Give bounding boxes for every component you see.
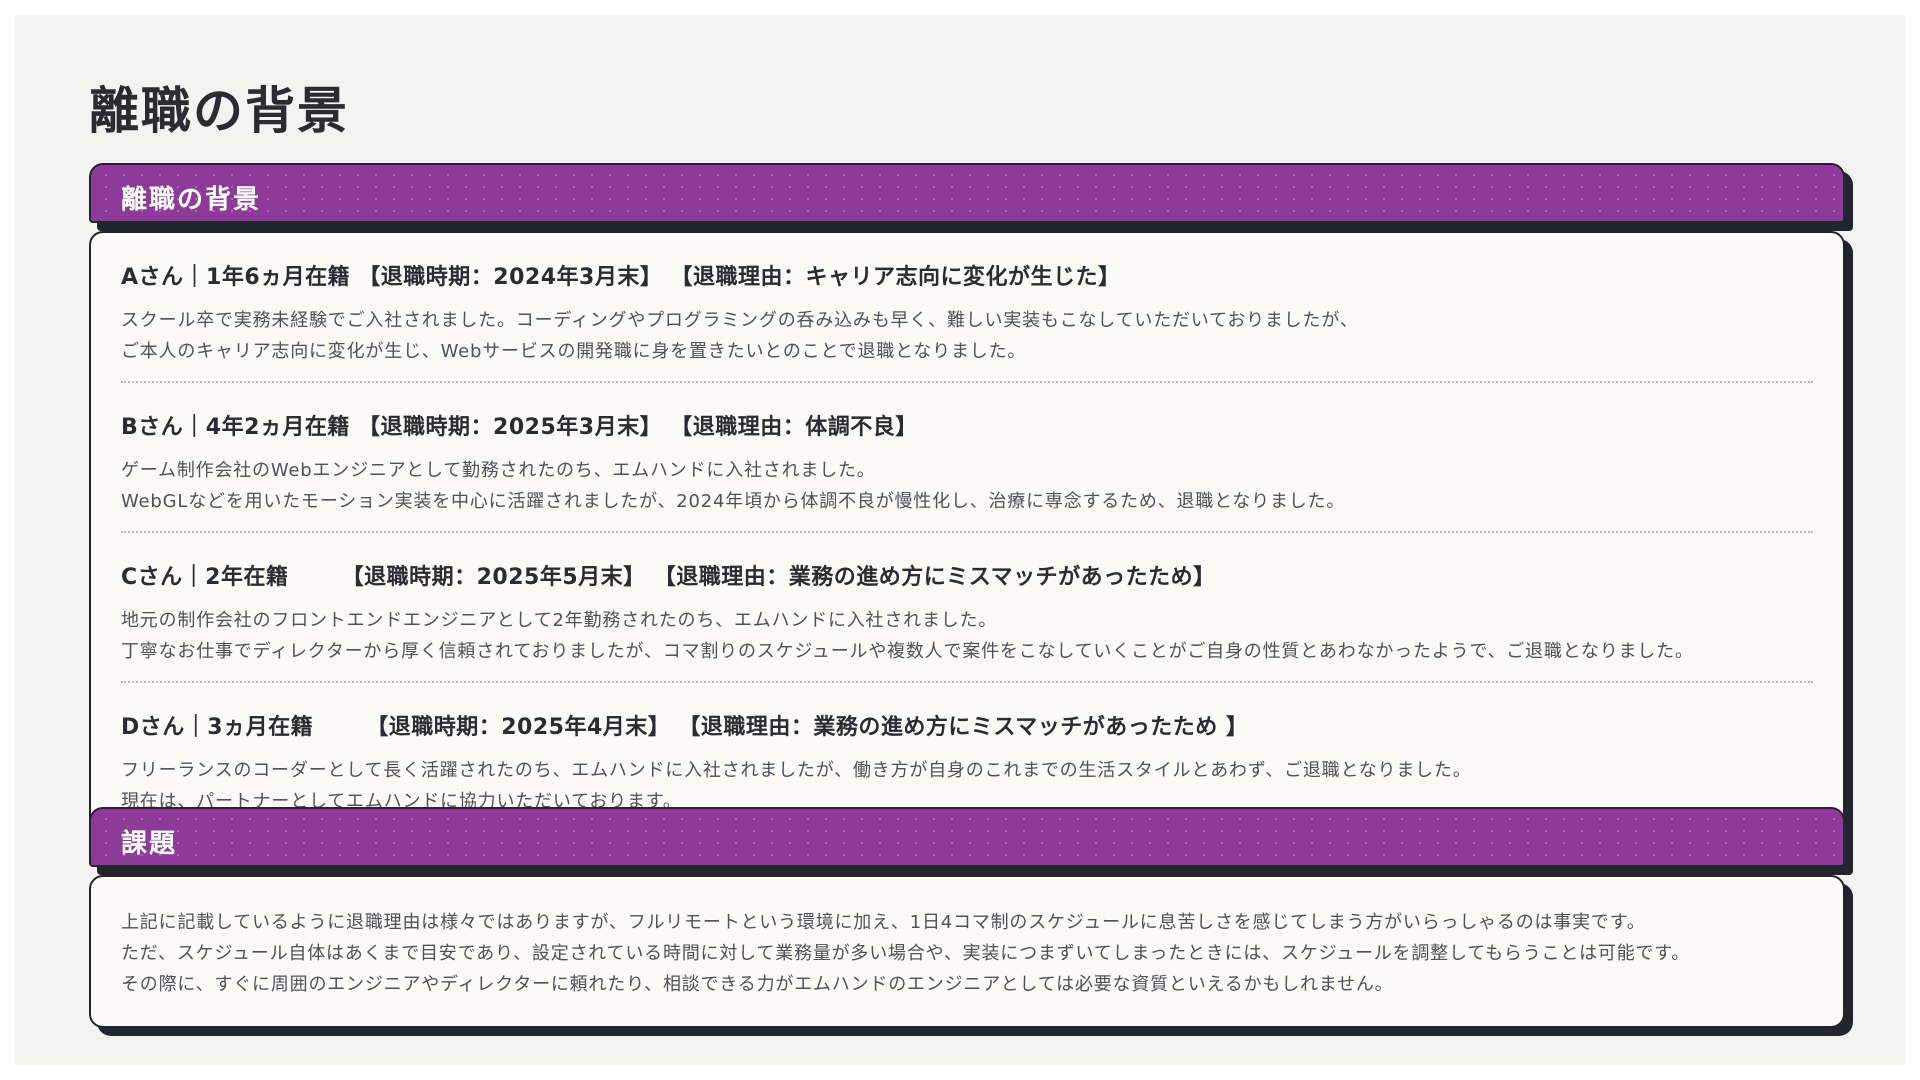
issue-line: ただ、スケジュール自体はあくまで目安であり、設定されている時間に対して業務量が多…: [121, 943, 1691, 964]
issue-section-body: 上記に記載しているように退職理由は様々ではありますが、フルリモートという環境に加…: [89, 875, 1845, 1028]
entry-line: 地元の制作会社のフロントエンドエンジニアとして2年勤務されたのち、エムハンドに入…: [121, 610, 998, 631]
background-section: 離職の背景 Aさん｜1年6ヵ月在籍 【退職時期：2024年3月末】 【退職理由：…: [89, 163, 1845, 833]
issue-description: 上記に記載しているように退職理由は様々ではありますが、フルリモートという環境に加…: [91, 877, 1843, 1026]
background-section-header: 離職の背景: [89, 163, 1845, 223]
entry-description: ゲーム制作会社のWebエンジニアとして勤務されたのち、エムハンドに入社されました…: [121, 455, 1813, 517]
page-title: 離職の背景: [89, 82, 349, 140]
entry-heading: Cさん｜2年在籍 【退職時期：2025年5月末】 【退職理由：業務の進め方にミス…: [121, 565, 1216, 590]
entry-line: 丁寧なお仕事でディレクターから厚く信頼されておりましたが、コマ割りのスケジュール…: [121, 641, 1694, 662]
entry-b: Bさん｜4年2ヵ月在籍 【退職時期：2025年3月末】 【退職理由：体調不良】 …: [121, 383, 1813, 533]
background-section-title: 離職の背景: [121, 185, 262, 215]
issue-section-title: 課題: [121, 829, 178, 859]
background-section-body: Aさん｜1年6ヵ月在籍 【退職時期：2024年3月末】 【退職理由：キャリア志向…: [89, 231, 1845, 833]
entry-line: ご本人のキャリア志向に変化が生じ、Webサービスの開発職に身を置きたいとのことで…: [121, 341, 1027, 362]
entry-description: スクール卒で実務未経験でご入社されました。コーディングやプログラミングの呑み込み…: [121, 305, 1813, 367]
entry-heading: Bさん｜4年2ヵ月在籍 【退職時期：2025年3月末】 【退職理由：体調不良】: [121, 415, 918, 440]
entry-line: WebGLなどを用いたモーション実装を中心に活躍されましたが、2024年頃から体…: [121, 491, 1346, 512]
issue-line: その際に、すぐに周囲のエンジニアやディレクターに頼れたり、相談できる力がエムハン…: [121, 974, 1394, 995]
entry-heading: Aさん｜1年6ヵ月在籍 【退職時期：2024年3月末】 【退職理由：キャリア志向…: [121, 265, 1121, 290]
entry-line: ゲーム制作会社のWebエンジニアとして勤務されたのち、エムハンドに入社されました…: [121, 460, 876, 481]
issue-line: 上記に記載しているように退職理由は様々ではありますが、フルリモートという環境に加…: [121, 912, 1646, 933]
issue-section-header: 課題: [89, 807, 1845, 867]
entry-line: スクール卒で実務未経験でご入社されました。コーディングやプログラミングの呑み込み…: [121, 310, 1359, 331]
slide: 離職の背景 離職の背景 Aさん｜1年6ヵ月在籍 【退職時期：2024年3月末】 …: [15, 15, 1905, 1065]
entry-c: Cさん｜2年在籍 【退職時期：2025年5月末】 【退職理由：業務の進め方にミス…: [121, 533, 1813, 683]
entry-a: Aさん｜1年6ヵ月在籍 【退職時期：2024年3月末】 【退職理由：キャリア志向…: [121, 233, 1813, 383]
issue-section: 課題 上記に記載しているように退職理由は様々ではありますが、フルリモートという環…: [89, 807, 1845, 1028]
entry-heading: Dさん｜3ヵ月在籍 【退職時期：2025年4月末】 【退職理由：業務の進め方にミ…: [121, 715, 1249, 740]
entry-description: 地元の制作会社のフロントエンドエンジニアとして2年勤務されたのち、エムハンドに入…: [121, 605, 1813, 667]
entry-line: フリーランスのコーダーとして長く活躍されたのち、エムハンドに入社されましたが、働…: [121, 760, 1472, 781]
